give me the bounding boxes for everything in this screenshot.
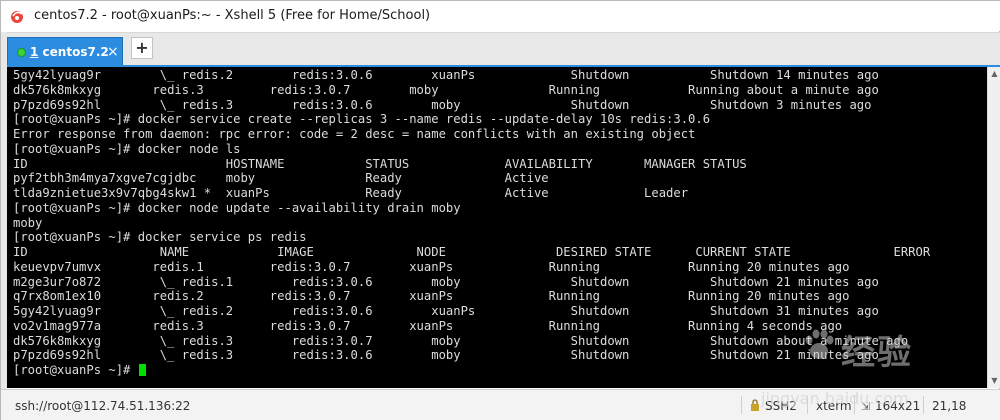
xshell-app-icon bbox=[11, 11, 23, 23]
tab-centos72[interactable]: 1 centos7.2 × bbox=[7, 37, 123, 67]
terminal-prompt-line[interactable]: [root@xuanPs ~]# bbox=[13, 363, 930, 378]
terminal-line: m2ge3ur7o872 \_ redis.1 redis:3.0.6 moby… bbox=[13, 274, 879, 289]
terminal-line: ID NAME IMAGE NODE DESIRED STATE CURRENT… bbox=[13, 245, 931, 259]
tab-close-icon[interactable]: × bbox=[107, 44, 119, 60]
terminal-line: moby bbox=[13, 215, 43, 230]
tab-label: 1 centos7.2 bbox=[30, 45, 109, 59]
terminal-lines: 5gy42lyuag9r \_ redis.2 redis:3.0.6 xuan… bbox=[13, 68, 930, 378]
xshell-window: centos7.2 - root@xuanPs:~ - Xshell 5 (Fr… bbox=[0, 0, 1000, 420]
protocol-label: SSH2 bbox=[765, 399, 797, 413]
tab-number: 1 bbox=[30, 45, 39, 59]
new-tab-button[interactable]: + bbox=[131, 37, 153, 59]
lock-icon bbox=[751, 399, 759, 411]
title-bar: centos7.2 - root@xuanPs:~ - Xshell 5 (Fr… bbox=[1, 1, 1000, 31]
terminal-type-label: xterm bbox=[816, 399, 852, 413]
terminal-output[interactable]: 5gy42lyuag9r \_ redis.2 redis:3.0.6 xuan… bbox=[7, 67, 987, 388]
resize-icon: ⇲ bbox=[861, 400, 871, 413]
cursor-position-label: 21,18 bbox=[932, 399, 967, 413]
status-separator bbox=[923, 396, 924, 414]
window-title: centos7.2 - root@xuanPs:~ - Xshell 5 (Fr… bbox=[34, 8, 431, 23]
terminal-prompt: [root@xuanPs ~]# bbox=[13, 363, 138, 377]
tab-bar: 1 centos7.2 × + bbox=[7, 32, 1000, 67]
tab-name: centos7.2 bbox=[42, 45, 109, 59]
connection-address: ssh://root@112.74.51.136:22 bbox=[15, 399, 191, 413]
status-bar: ssh://root@112.74.51.136:22 SSH2 xterm ⇲… bbox=[1, 389, 1000, 420]
terminal-line: p7pzd69s92hl \_ redis.3 redis:3.0.6 moby… bbox=[13, 348, 879, 363]
terminal-line: [root@xuanPs ~]# docker node ls bbox=[13, 141, 241, 156]
status-separator bbox=[741, 396, 742, 414]
terminal-size-label: 164x21 bbox=[875, 399, 921, 413]
terminal-line: 5gy42lyuag9r \_ redis.2 redis:3.0.6 xuan… bbox=[13, 68, 879, 82]
status-separator bbox=[807, 396, 808, 414]
terminal-line: q7rx8om1ex10 redis.2 redis:3.0.7 xuanPs … bbox=[13, 289, 850, 304]
terminal-line: [root@xuanPs ~]# docker service ps redis bbox=[13, 230, 307, 245]
terminal-line: dk576k8mkxyg redis.3 redis:3.0.7 moby Ru… bbox=[13, 82, 879, 97]
terminal-line: ID HOSTNAME STATUS AVAILABILITY MANAGER … bbox=[13, 156, 747, 171]
terminal-line: tlda9znietue3x9v7qbg4skw1 * xuanPs Ready… bbox=[13, 186, 689, 200]
terminal-line: p7pzd69s92hl \_ redis.3 redis:3.0.6 moby… bbox=[13, 97, 872, 112]
terminal-line: 5gy42lyuag9r \_ redis.2 redis:3.0.6 xuan… bbox=[13, 304, 879, 318]
terminal-line: dk576k8mkxyg \_ redis.3 redis:3.0.7 moby… bbox=[13, 333, 909, 348]
terminal-line: Error response from daemon: rpc error: c… bbox=[13, 127, 696, 141]
terminal-line: vo2v1mag977a redis.3 redis:3.0.7 xuanPs … bbox=[13, 318, 843, 333]
terminal-line: [root@xuanPs ~]# docker service create -… bbox=[13, 112, 711, 127]
terminal-cursor bbox=[138, 364, 146, 376]
status-separator bbox=[854, 396, 855, 414]
terminal-line: [root@xuanPs ~]# docker node update --av… bbox=[13, 200, 461, 215]
terminal-scrollbar[interactable]: ▲ ▼ bbox=[987, 67, 1000, 388]
terminal-line: keuevpv7umvx redis.1 redis:3.0.7 xuanPs … bbox=[13, 259, 850, 274]
scroll-down-icon[interactable]: ▼ bbox=[988, 374, 1000, 388]
scroll-up-icon[interactable]: ▲ bbox=[988, 67, 1000, 81]
connected-status-icon bbox=[17, 48, 26, 57]
terminal-line: pyf2tbh3m4mya7xgve7cgjdbc moby Ready Act… bbox=[13, 171, 549, 186]
